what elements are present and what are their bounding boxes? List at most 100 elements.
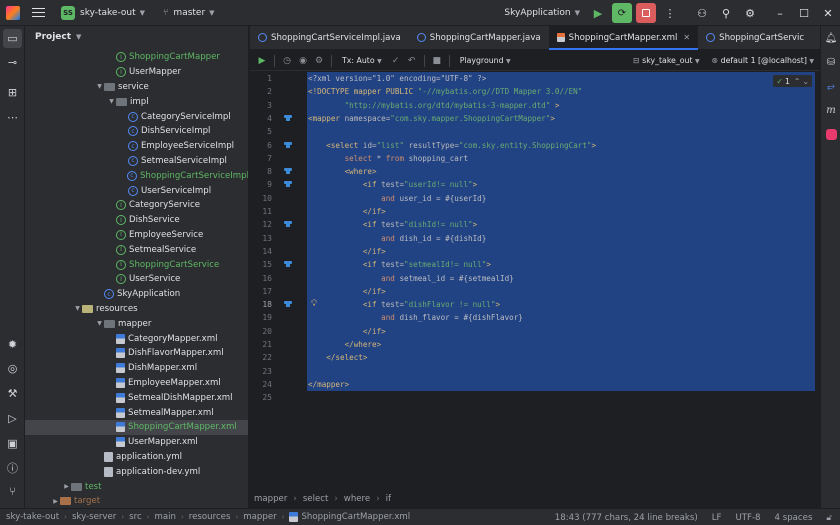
close-icon[interactable]: ✕ [818,3,838,23]
search-icon[interactable]: ⚲ [716,3,736,23]
plugin-icon[interactable] [823,126,839,142]
chevron-right-icon[interactable]: ▶ [62,483,71,490]
rollback-icon[interactable]: ↶ [404,56,420,66]
chevron-down-icon[interactable]: ▼ [95,83,104,90]
more-tools-icon[interactable]: ⋯ [3,108,22,127]
tree-item[interactable]: c SetmealServiceImpl [25,154,248,169]
mybatis-icon[interactable]: m [823,102,839,118]
run-icon[interactable]: ▶ [588,3,608,23]
mybatis-navigation-icon[interactable] [284,168,292,175]
tree-item[interactable]: ▼ service [25,80,248,95]
tree-item[interactable]: application-dev.yml [25,464,248,479]
close-tab-icon[interactable]: ✕ [683,33,690,42]
stop-icon[interactable] [636,3,656,23]
problems-icon[interactable]: ⓘ [3,458,22,477]
stop-query-icon[interactable]: ■ [429,56,445,66]
tree-item[interactable]: ▶ test [25,479,248,494]
tab-xml-file[interactable]: ShoppingCartMapper.xml ✕ [548,25,699,50]
execute-icon[interactable]: ▶ [254,56,270,66]
tree-item[interactable]: I SetmealService [25,242,248,257]
tree-item[interactable]: c UserServiceImpl [25,183,248,198]
tx-mode-dropdown[interactable]: Tx: Auto ▼ [342,56,382,65]
tree-item[interactable]: c CategoryServiceImpl [25,109,248,124]
maven-icon[interactable]: ⥂ [823,78,839,94]
breadcrumb-item[interactable]: if [386,494,391,504]
indent-setting[interactable]: 4 spaces [775,513,813,523]
mybatis-navigation-icon[interactable] [284,114,292,122]
chevron-down-icon[interactable]: ▼ [73,305,82,312]
settings-icon[interactable]: ⚙ [740,3,760,23]
database-icon[interactable]: ⛁ [823,54,839,70]
status-path-item[interactable]: mapper [243,512,276,522]
status-path-item[interactable]: resources [189,512,231,522]
caret-position[interactable]: 18:43 (777 chars, 24 line breaks) [555,513,698,523]
bug-icon[interactable]: ✹ [3,335,22,354]
breadcrumb-item[interactable]: where [344,494,370,504]
schema-dropdown[interactable]: ⊟ sky_take_out ▼ [633,56,699,65]
tree-item[interactable]: I UserService [25,272,248,287]
debug-icon[interactable]: ⟳ [612,3,632,23]
settings-small-icon[interactable]: ⚙ [311,56,327,66]
project-folder-icon[interactable]: ▭ [3,29,22,48]
build-icon[interactable]: ⚒ [3,384,22,403]
chevron-down-icon[interactable]: ▼ [95,320,104,327]
tree-item[interactable]: ▼ impl [25,94,248,109]
structure-icon[interactable]: ⊞ [3,83,22,102]
run-config-selector[interactable]: SkyApplication ▼ [498,0,586,26]
code-editor[interactable]: 1 <?xml version="1.0" encoding="UTF-8" ?>… [250,71,820,491]
tree-item[interactable]: ▼ resources [25,302,248,317]
datasource-dropdown[interactable]: ⊗ default 1 [@localhost] ▼ [712,56,814,65]
commit-check-icon[interactable]: ✓ [388,56,404,66]
history-icon[interactable]: ◷ [279,56,295,66]
tree-item[interactable]: c DishServiceImpl [25,124,248,139]
services-icon[interactable]: ◎ [3,359,22,378]
status-path-item[interactable]: sky-take-out [6,512,59,522]
tab-java-file[interactable]: ShoppingCartServiceImpl.java [250,26,409,50]
inspection-widget[interactable]: ✓ 1 ⌃ ⌄ [773,75,812,87]
mybatis-navigation-icon[interactable] [284,221,292,228]
git-icon[interactable]: ⑂ [3,482,22,501]
notifications-icon[interactable]: 🔔︎ [823,30,839,46]
tree-item[interactable]: UserMapper.xml [25,435,248,450]
tree-item[interactable]: I UserMapper [25,65,248,80]
line-separator[interactable]: LF [712,513,722,523]
maximize-icon[interactable]: ☐ [794,3,814,23]
tree-item[interactable]: CategoryMapper.xml [25,331,248,346]
chevron-down-icon[interactable]: ▼ [107,98,116,105]
project-panel-header[interactable]: Project ▼ [25,26,248,48]
tree-item[interactable]: I CategoryService [25,198,248,213]
readonly-lock-icon[interactable]: 🔓︎ [826,513,832,523]
run-panel-icon[interactable]: ▷ [3,409,22,428]
chevron-right-icon[interactable]: ▶ [51,498,60,505]
tree-item[interactable]: I EmployeeService [25,228,248,243]
tree-item[interactable]: I DishService [25,213,248,228]
status-path-item[interactable]: sky-server [72,512,116,522]
breadcrumb-item[interactable]: mapper [254,494,287,504]
tree-item[interactable]: c SkyApplication [25,287,248,302]
tab-java-file[interactable]: ShoppingCartMapper.java [409,26,549,50]
more-icon[interactable]: ⋮ [660,3,680,23]
hamburger-icon[interactable] [32,7,45,18]
add-user-icon[interactable]: ⚇ [692,3,712,23]
tree-item[interactable]: DishMapper.xml [25,361,248,376]
tree-item[interactable]: c ShoppingCartServiceImpl [25,168,248,183]
tree-item[interactable]: ▶ target [25,494,248,508]
tree-item[interactable]: SetmealMapper.xml [25,405,248,420]
explain-icon[interactable]: ◉ [295,56,311,66]
status-path-item[interactable]: main [155,512,176,522]
tree-item[interactable]: ▼ mapper [25,316,248,331]
status-path-item[interactable]: src [129,512,142,522]
tree-item[interactable]: I ShoppingCartMapper [25,50,248,65]
mybatis-navigation-icon[interactable] [284,301,292,308]
tree-item[interactable]: DishFlavorMapper.xml [25,346,248,361]
mybatis-navigation-icon[interactable] [284,181,292,188]
mybatis-navigation-icon[interactable] [284,141,292,149]
minimize-icon[interactable]: – [770,3,790,23]
tree-item[interactable]: c EmployeeServiceImpl [25,139,248,154]
mybatis-navigation-icon[interactable] [284,261,292,268]
branch-selector[interactable]: ⑂ master ▼ [157,0,221,26]
tree-item[interactable]: ShoppingCartMapper.xml [25,420,248,435]
breadcrumb-item[interactable]: select [303,494,329,504]
tree-item[interactable]: I ShoppingCartService [25,257,248,272]
tree-item[interactable]: EmployeeMapper.xml [25,376,248,391]
